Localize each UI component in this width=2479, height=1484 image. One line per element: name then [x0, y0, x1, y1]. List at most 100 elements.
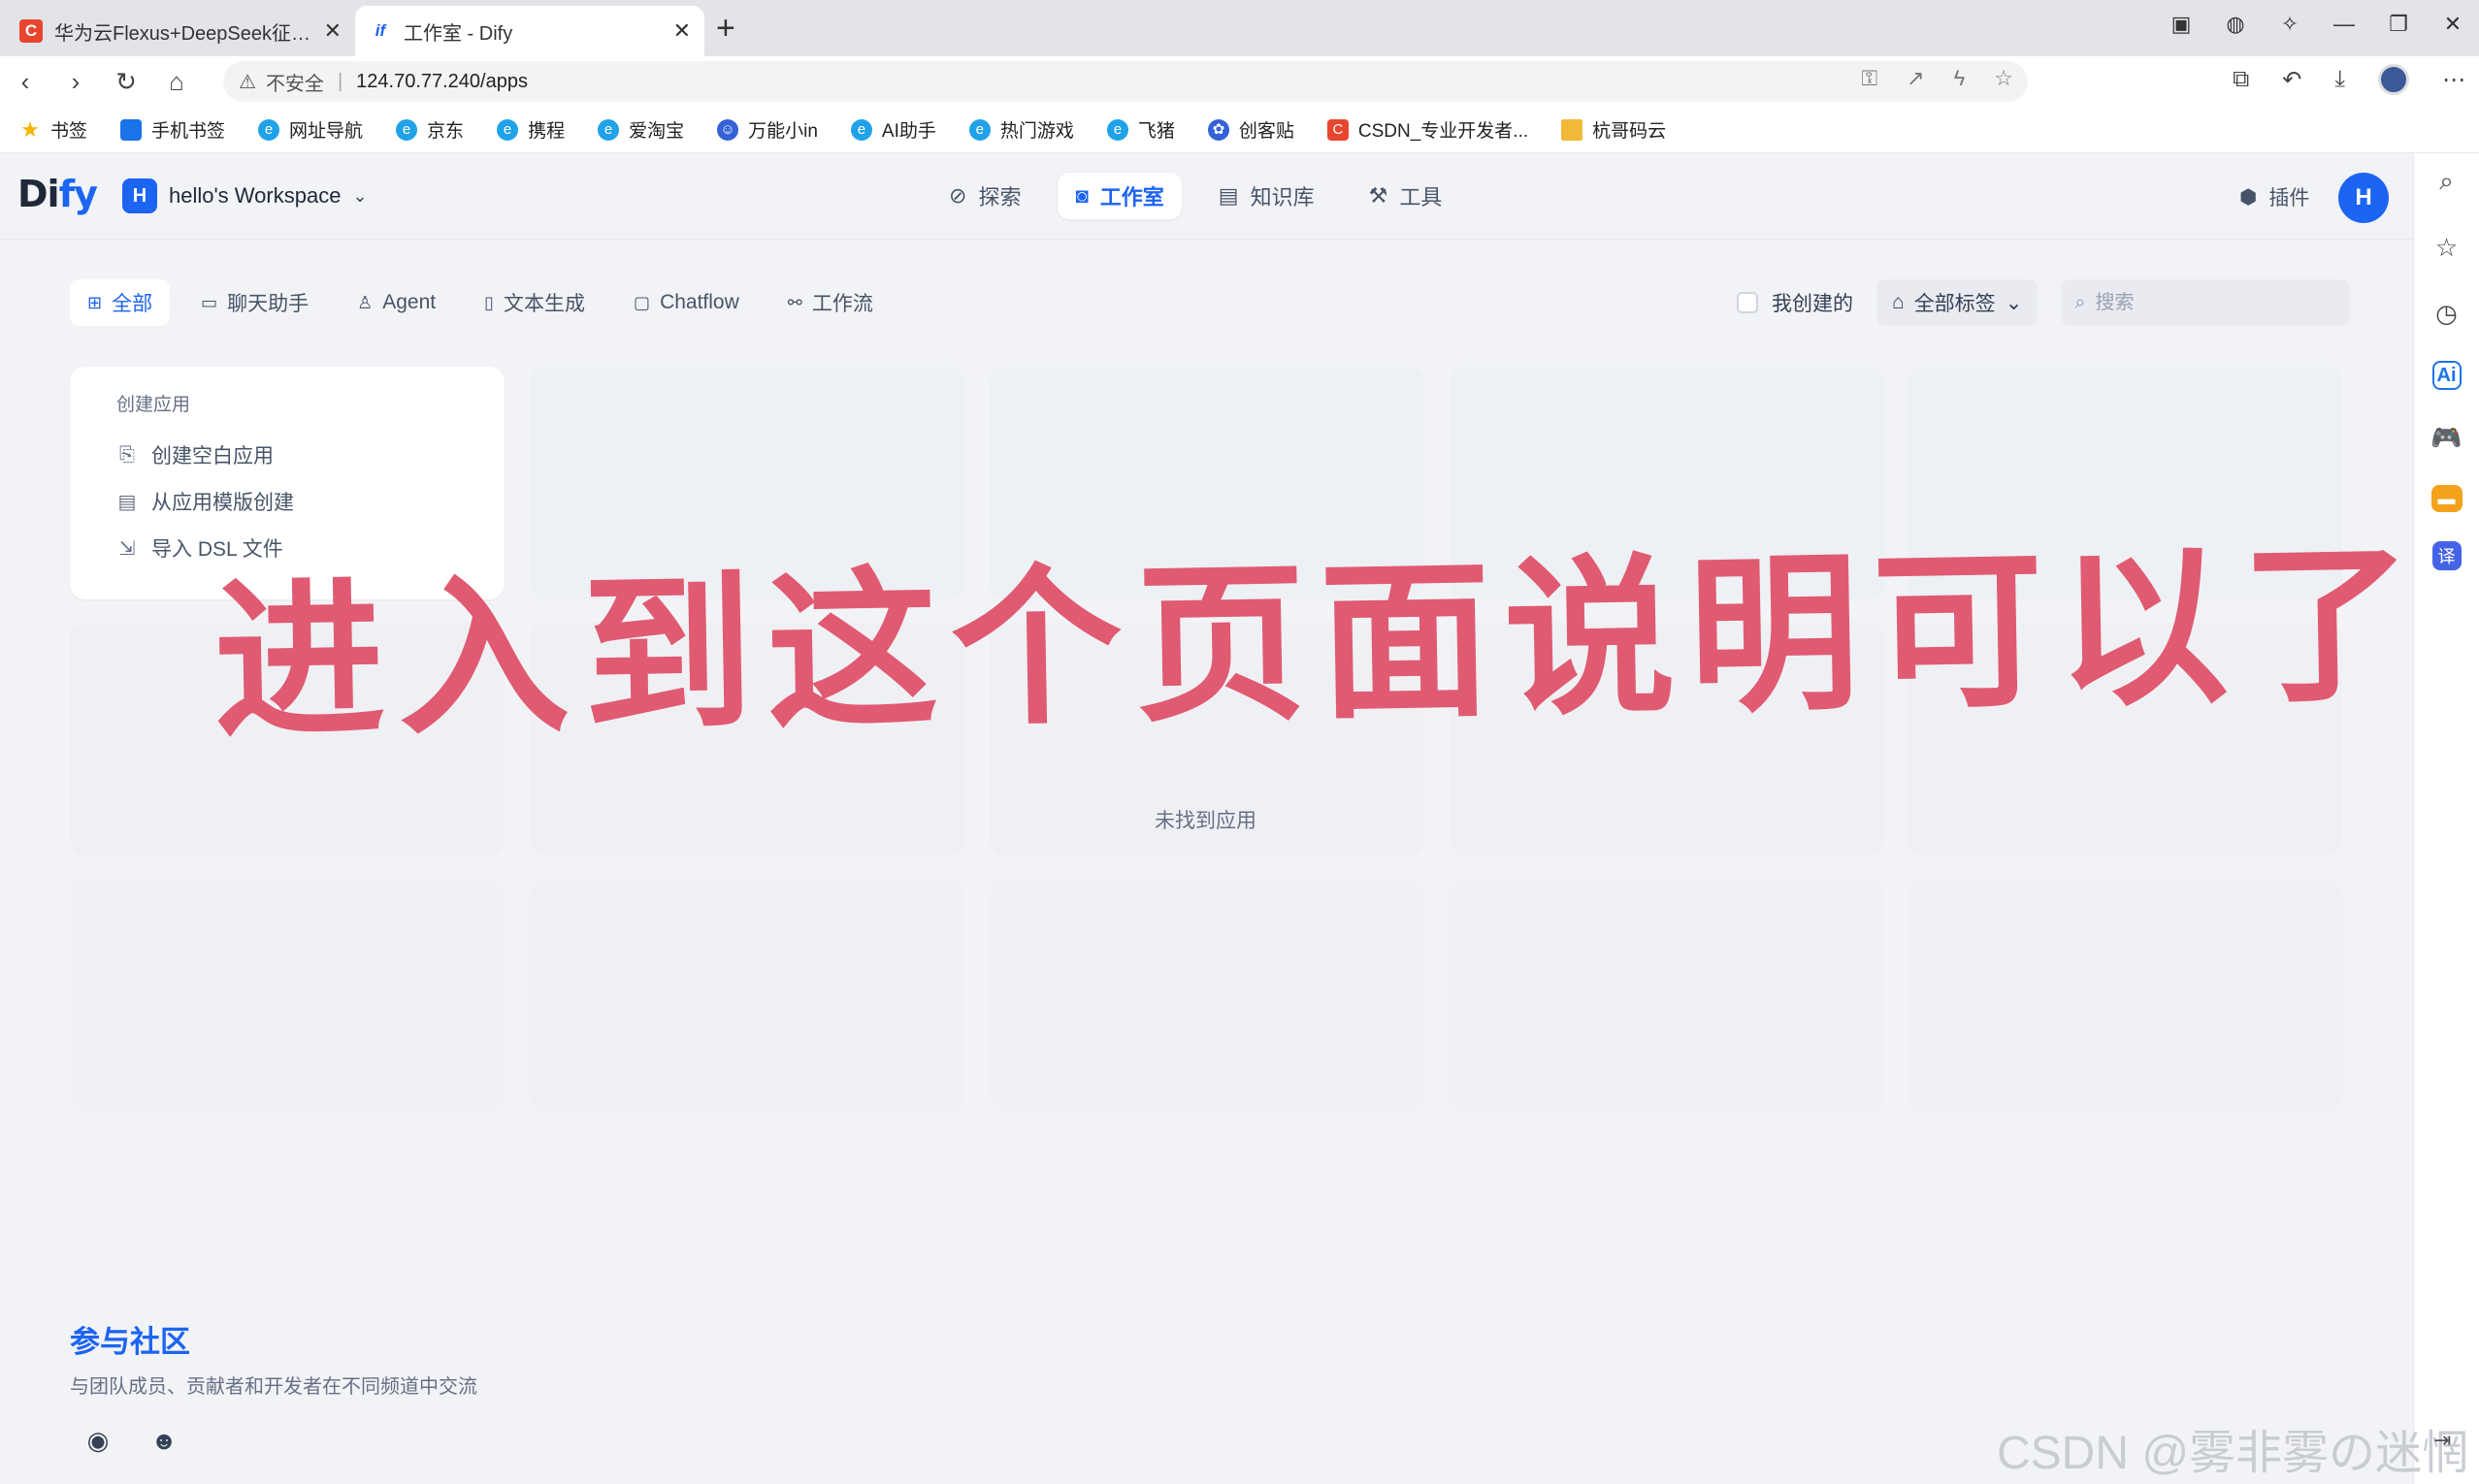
- search-box[interactable]: ⌕: [2061, 279, 2351, 326]
- bookmark-item[interactable]: e 热门游戏: [968, 116, 1074, 143]
- filter-agent[interactable]: ♙ Agent: [340, 279, 453, 326]
- tag-filter-dropdown[interactable]: ⌂ 全部标签 ⌄: [1876, 279, 2039, 326]
- browser-tab-csdn[interactable]: C 华为云Flexus+DeepSeek征文 | 2 ✕: [6, 6, 355, 56]
- bookmark-item[interactable]: ✿ 创客贴: [1207, 116, 1294, 143]
- star-icon: ★: [20, 116, 40, 142]
- bookmark-item[interactable]: e AI助手: [850, 116, 936, 143]
- workspace-selector[interactable]: H hello's Workspace ⌄: [122, 178, 368, 213]
- overlay-annotation: 进入到这个页面说明可以了: [212, 525, 2428, 762]
- robot-bookmark-icon: ☺: [717, 118, 739, 141]
- minimize-icon[interactable]: —: [2332, 12, 2357, 37]
- community-description: 与团队成员、贡献者和开发者在不同频道中交流: [70, 1376, 477, 1398]
- dify-favicon-icon: if: [375, 21, 386, 40]
- download-icon[interactable]: ⤓: [2334, 66, 2345, 93]
- undo-icon[interactable]: ↶: [2282, 66, 2301, 94]
- share-icon[interactable]: ↗: [1907, 66, 1924, 91]
- create-blank-app-button[interactable]: ⎘ 创建空白应用: [116, 432, 458, 478]
- warning-icon: ⚠: [239, 71, 256, 93]
- dify-logo[interactable]: Dify: [17, 173, 98, 215]
- checkbox[interactable]: [1737, 292, 1758, 313]
- user-avatar[interactable]: H: [2338, 173, 2389, 223]
- gamepad-icon[interactable]: 🎮: [2429, 419, 2465, 456]
- filter-workflow[interactable]: ⚯ 工作流: [770, 279, 891, 326]
- extension-puzzle-icon[interactable]: ⧉: [2233, 66, 2249, 93]
- dify-app: Dify H hello's Workspace ⌄ ⊘ 探索 ◙ 工作室 ▤ …: [0, 153, 2413, 1484]
- extensions-icon[interactable]: ✧: [2277, 12, 2302, 37]
- plugins-button[interactable]: ⬢ 插件: [2239, 182, 2309, 211]
- history-clock-icon[interactable]: ◷: [2429, 295, 2465, 332]
- bookmark-item[interactable]: e 飞猪: [1106, 116, 1175, 143]
- workspace-avatar: H: [122, 178, 157, 213]
- edge-icon: e: [598, 118, 620, 141]
- create-from-template-button[interactable]: ▤ 从应用模版创建: [116, 478, 458, 525]
- window-controls: ▣ ◍ ✧ — ❐ ✕: [2169, 12, 2465, 37]
- close-window-icon[interactable]: ✕: [2440, 12, 2465, 37]
- bookmark-item[interactable]: ☺ 万能小in: [717, 116, 818, 143]
- bookmark-item[interactable]: 杭哥码云: [1561, 116, 1666, 143]
- github-icon[interactable]: ◉: [78, 1420, 118, 1461]
- nav-studio[interactable]: ◙ 工作室: [1058, 173, 1182, 219]
- nav-tools[interactable]: ⚒ 工具: [1352, 173, 1460, 219]
- collapse-panel-icon[interactable]: ⇥: [2433, 1428, 2451, 1453]
- close-tab-icon[interactable]: ✕: [673, 18, 691, 44]
- search-input[interactable]: [2095, 291, 2329, 314]
- nav-knowledge[interactable]: ▤ 知识库: [1201, 173, 1332, 219]
- reload-icon[interactable]: ↻: [101, 56, 151, 107]
- placeholder-card: [990, 1135, 1424, 1251]
- filter-all[interactable]: ⊞ 全部: [70, 279, 171, 326]
- search-icon[interactable]: ⌕: [2429, 163, 2465, 200]
- discord-icon[interactable]: ☻: [144, 1420, 184, 1461]
- chevron-down-icon: ⌄: [352, 185, 368, 206]
- grid-icon: ⊞: [87, 292, 103, 312]
- browser-side-panel: ⌕ ☆ ◷ Ai 🎮 ▬ 译: [2413, 153, 2479, 1484]
- browser-tab-dify[interactable]: if 工作室 - Dify ✕: [355, 6, 704, 56]
- tag-icon: ⌂: [1892, 291, 1905, 313]
- bookmark-item[interactable]: e 京东: [396, 116, 464, 143]
- reading-view-icon[interactable]: ▣: [2169, 12, 2194, 37]
- nav-explore[interactable]: ⊘ 探索: [931, 173, 1038, 219]
- bookmark-item[interactable]: e 携程: [497, 116, 565, 143]
- ai-assistant-icon[interactable]: Ai: [2431, 361, 2462, 390]
- profile-avatar[interactable]: [2378, 64, 2409, 95]
- bookmark-item[interactable]: e 网址导航: [258, 116, 363, 143]
- bookmark-item[interactable]: e 爱淘宝: [598, 116, 684, 143]
- translate-icon[interactable]: 译: [2431, 541, 2462, 570]
- home-icon[interactable]: ⌂: [151, 56, 202, 107]
- url-field[interactable]: ⚠ 不安全 | 124.70.77.240/apps: [223, 61, 2028, 102]
- created-by-me-toggle[interactable]: 我创建的: [1737, 288, 1853, 317]
- close-tab-icon[interactable]: ✕: [324, 18, 342, 44]
- robot-icon: ◙: [1075, 183, 1089, 208]
- bolt-icon[interactable]: ϟ: [1954, 66, 1966, 91]
- bookmark-item[interactable]: C CSDN_专业开发者...: [1326, 116, 1528, 143]
- favorite-star-icon[interactable]: ☆: [1994, 66, 2013, 91]
- restore-icon[interactable]: ❐: [2386, 12, 2411, 37]
- url-actions: ⚿ ↗ ϟ ☆: [1861, 66, 2013, 91]
- toolbox-icon[interactable]: ▬: [2430, 485, 2463, 512]
- csdn-watermark: CSDN @雾非雾の迷惘: [1997, 1428, 2469, 1479]
- tab-title: 华为云Flexus+DeepSeek征文 | 2: [54, 22, 316, 45]
- right-filters: 我创建的 ⌂ 全部标签 ⌄ ⌕: [1737, 279, 2351, 326]
- edge-icon: e: [258, 118, 280, 141]
- main-nav: ⊘ 探索 ◙ 工作室 ▤ 知识库 ⚒ 工具: [931, 173, 1459, 219]
- filter-text-generation[interactable]: ▯ 文本生成: [467, 279, 603, 326]
- note-icon: ▯: [484, 292, 495, 312]
- placeholder-card: [70, 879, 505, 1112]
- more-menu-icon[interactable]: ⋯: [2442, 66, 2465, 94]
- folder-icon: [1561, 118, 1583, 141]
- forward-icon[interactable]: ›: [50, 56, 101, 107]
- filter-chat-assistant[interactable]: ▭ 聊天助手: [183, 279, 326, 326]
- incognito-icon[interactable]: ◍: [2223, 12, 2248, 37]
- placeholder-card: [1908, 1135, 2342, 1251]
- new-tab-button[interactable]: +: [716, 12, 735, 45]
- search-icon: ⌕: [2074, 291, 2086, 313]
- filter-chatflow[interactable]: ▢ Chatflow: [616, 279, 757, 326]
- key-icon[interactable]: ⚿: [1861, 66, 1877, 91]
- bookmark-item[interactable]: ★ 书签: [19, 116, 87, 143]
- phone-bookmark-icon: [120, 118, 143, 141]
- header-divider: [0, 239, 2413, 240]
- favorites-star-icon[interactable]: ☆: [2429, 229, 2465, 266]
- app-header: Dify H hello's Workspace ⌄ ⊘ 探索 ◙ 工作室 ▤ …: [0, 153, 2413, 239]
- back-icon[interactable]: ‹: [0, 56, 50, 107]
- bookmark-item[interactable]: 手机书签: [120, 116, 225, 143]
- chevron-down-icon: ⌄: [2005, 291, 2023, 314]
